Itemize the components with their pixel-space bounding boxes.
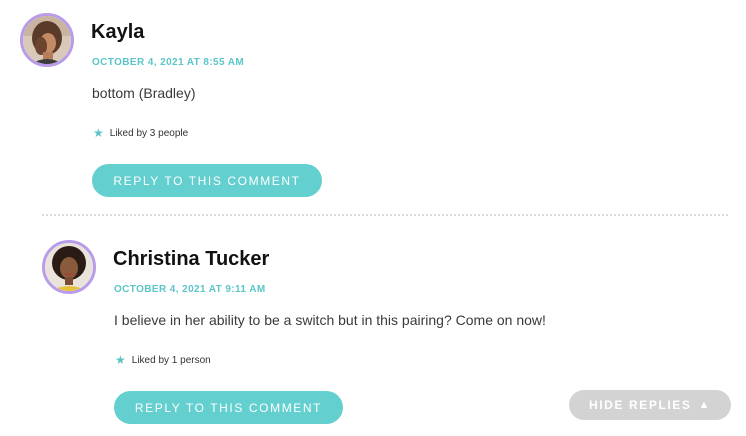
comments-section: Kayla OCTOBER 4, 2021 AT 8:55 AM bottom … bbox=[0, 0, 746, 436]
hide-replies-button[interactable]: HIDE REPLIES ▲ bbox=[569, 390, 731, 420]
avatar[interactable] bbox=[42, 240, 96, 294]
triangle-up-icon: ▲ bbox=[698, 399, 712, 411]
reply-button[interactable]: REPLY TO THIS COMMENT bbox=[114, 391, 343, 424]
likes-count: Liked by 1 person bbox=[131, 354, 211, 366]
avatar-photo-christina bbox=[45, 243, 93, 291]
comment-date-link[interactable]: OCTOBER 4, 2021 AT 9:11 AM bbox=[114, 284, 266, 295]
likes-indicator[interactable]: ★ Liked by 1 person bbox=[115, 354, 211, 366]
hide-replies-label: HIDE REPLIES bbox=[588, 398, 692, 412]
comment-author[interactable]: Christina Tucker bbox=[113, 248, 269, 271]
star-icon: ★ bbox=[115, 353, 126, 367]
comment-christina-tucker: Christina Tucker OCTOBER 4, 2021 AT 9:11… bbox=[0, 0, 746, 436]
comment-text: I believe in her ability to be a switch … bbox=[114, 312, 546, 328]
